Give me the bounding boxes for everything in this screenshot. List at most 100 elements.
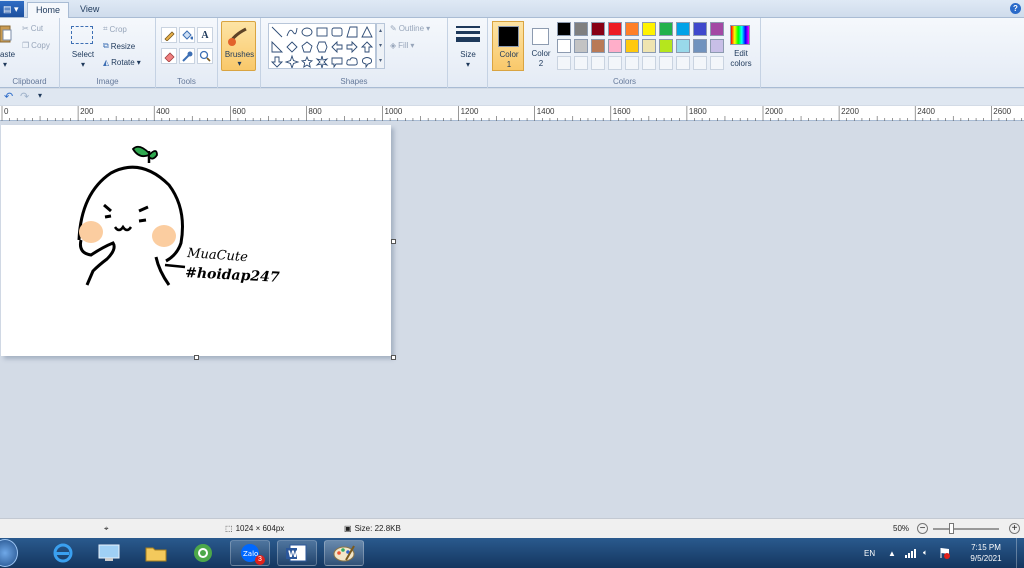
volume-icon[interactable]: 🔈︎ [923, 538, 928, 568]
tools-group: A Tools [156, 18, 218, 88]
redo-icon[interactable]: ↷ [20, 90, 29, 103]
clock[interactable]: 7:15 PM 9/5/2021 [962, 538, 1010, 568]
size-group[interactable]: Size ▾ [448, 18, 488, 88]
paste-icon[interactable] [0, 24, 12, 44]
resize-handle-right[interactable] [391, 239, 396, 244]
fill-label: Fill [398, 41, 409, 50]
shape-option[interactable] [331, 57, 343, 69]
resize-button[interactable]: ⧉ Resize [103, 41, 135, 51]
ruler-label: 1800 [688, 107, 707, 116]
undo-icon[interactable]: ↶ [4, 90, 13, 103]
shape-option[interactable] [316, 41, 328, 53]
resize-handle-bottom[interactable] [194, 355, 199, 360]
select-icon[interactable] [71, 26, 93, 44]
shape-option[interactable] [286, 27, 298, 37]
crop-button[interactable]: ⌗ Crop [103, 24, 127, 34]
copy-label: Copy [31, 41, 50, 50]
ribbon: aste ▾ ✂ Cut ❐ Copy Clipboard Select ▾ ⌗ Cr… [0, 18, 1024, 88]
show-desktop-button[interactable] [1016, 538, 1024, 568]
shape-option[interactable] [271, 40, 284, 53]
internet-explorer-icon[interactable] [43, 540, 83, 566]
remote-desktop-icon[interactable] [89, 540, 129, 566]
shape-option[interactable] [301, 27, 313, 37]
coc-coc-browser-icon[interactable] [183, 540, 223, 566]
brushes-button[interactable]: Brushes ▾ [221, 21, 256, 71]
shape-option[interactable] [346, 26, 358, 38]
shape-option[interactable] [286, 41, 298, 53]
ruler-label: 1600 [612, 107, 631, 116]
ruler-label: 2200 [841, 107, 859, 116]
shape-option[interactable] [346, 57, 358, 66]
zoom-out-icon[interactable]: − [917, 523, 928, 534]
color-picker-icon[interactable] [179, 48, 195, 64]
image-dimensions: 1024 × 604px [235, 524, 285, 533]
ruler-label: 1400 [536, 107, 555, 116]
zoom-slider[interactable] [933, 523, 999, 534]
microsoft-word-icon[interactable]: W [277, 540, 317, 566]
shape-option[interactable] [361, 57, 373, 69]
zoom-slider-thumb[interactable] [949, 523, 954, 534]
drawing-canvas[interactable]: MuaCute #hoidap247 [1, 125, 391, 356]
shape-option[interactable] [331, 27, 343, 37]
shape-option[interactable] [361, 25, 373, 38]
paint-app-icon[interactable] [324, 540, 364, 566]
windows-taskbar: Zalo 3 W EN ▲ 🔈︎ 7:15 PM 9/5/2021 [0, 538, 1024, 568]
action-center-flag-icon[interactable] [940, 538, 950, 568]
start-button[interactable] [0, 539, 18, 567]
tab-home[interactable]: Home [27, 2, 70, 19]
image-group: Select ▾ ⌗ Crop ⧉ Resize ◭ Rotate ▾ Image [60, 18, 156, 88]
tools-group-label: Tools [177, 77, 196, 86]
file-menu-button[interactable]: ▤ ▾ [0, 1, 24, 17]
horizontal-ruler: 0 200 400 600 800 1000 1200 1400 1600 1800 2000 220… [0, 106, 1024, 121]
tab-view[interactable]: View [72, 2, 107, 19]
shape-option[interactable] [271, 26, 283, 38]
shape-option[interactable] [360, 41, 374, 53]
shape-option[interactable] [315, 55, 329, 69]
scissors-icon: ✂ [22, 24, 29, 33]
outline-button[interactable]: ✎ Outline ▾ [390, 24, 430, 33]
select-dropdown-icon[interactable]: ▾ [66, 60, 100, 69]
help-icon[interactable]: ? [1010, 3, 1021, 14]
rotate-dropdown-icon: ▾ [136, 58, 141, 67]
file-explorer-icon[interactable] [136, 540, 176, 566]
shape-option[interactable] [270, 56, 284, 68]
resize-handle-corner[interactable] [391, 355, 396, 360]
paste-dropdown-icon[interactable]: ▾ [3, 60, 7, 69]
shape-option[interactable] [300, 55, 314, 68]
shape-option[interactable] [331, 40, 343, 54]
pencil-icon[interactable] [161, 27, 177, 43]
fill-bucket-icon[interactable] [179, 27, 195, 43]
text-tool-icon[interactable]: A [197, 27, 213, 43]
select-label[interactable]: Select [66, 50, 100, 59]
language-indicator[interactable]: EN [864, 538, 875, 568]
ruler-label: 0 [4, 107, 9, 116]
status-bar: ⌖ ⬚ 1024 × 604px ▣ Size: 22.8KB 50% − + [0, 518, 1024, 538]
customize-qat-icon[interactable]: ▾ [38, 91, 42, 100]
eraser-icon[interactable] [161, 48, 177, 64]
ruler-label: 800 [308, 107, 322, 116]
shape-option[interactable] [301, 41, 313, 53]
cut-button[interactable]: ✂ Cut [22, 24, 43, 33]
copy-button[interactable]: ❐ Copy [22, 41, 50, 50]
magnifier-icon[interactable] [197, 48, 213, 64]
zalo-app-icon[interactable]: Zalo 3 [230, 540, 270, 566]
zalo-notification-badge: 3 [255, 555, 265, 565]
rotate-button[interactable]: ◭ Rotate ▾ [103, 58, 141, 67]
show-hidden-icons-icon[interactable]: ▲ [888, 538, 896, 568]
shape-option[interactable] [346, 40, 358, 54]
drawing-name-text: MuaCute [186, 246, 249, 265]
shapes-scrollbar[interactable]: ▴ ▾ ▾ [376, 23, 385, 69]
clipboard-group: aste ▾ ✂ Cut ❐ Copy Clipboard [0, 18, 60, 88]
brushes-dropdown-icon: ▾ [237, 59, 242, 68]
fill-button[interactable]: ◈ Fill ▾ [390, 41, 414, 50]
crop-label: Crop [109, 24, 127, 34]
paste-label[interactable]: aste [0, 50, 15, 59]
outline-label: Outline [398, 24, 425, 33]
shape-option[interactable] [316, 27, 328, 37]
zoom-in-icon[interactable]: + [1009, 523, 1020, 534]
ruler-label: 2400 [917, 107, 935, 116]
svg-text:W: W [288, 550, 298, 560]
ribbon-tab-strip: ▤ ▾ Home View ? [0, 0, 1024, 19]
network-signal-icon[interactable] [905, 538, 917, 568]
shape-option[interactable] [284, 54, 300, 70]
